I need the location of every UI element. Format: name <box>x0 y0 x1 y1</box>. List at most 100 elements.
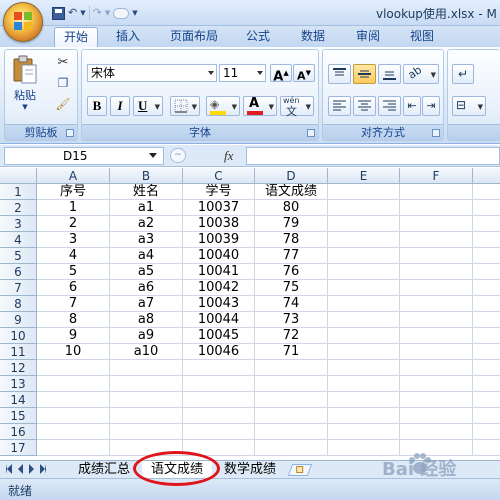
font-size-dropdown[interactable]: 11 <box>219 64 266 82</box>
cell-c16[interactable] <box>183 424 255 440</box>
name-box[interactable]: D15 <box>4 147 164 165</box>
cell-f16[interactable] <box>400 424 473 440</box>
align-middle-button[interactable] <box>353 64 376 84</box>
align-right-button[interactable] <box>378 96 401 116</box>
row-header-7[interactable]: 7 <box>0 280 37 296</box>
increase-indent-button[interactable]: ⇥ <box>422 96 440 116</box>
cell-f14[interactable] <box>400 392 473 408</box>
name-box-chevron-icon[interactable] <box>149 153 157 158</box>
cell-d9[interactable]: 73 <box>255 312 328 328</box>
cell-f11[interactable] <box>400 344 473 360</box>
cell-a17[interactable] <box>37 440 110 456</box>
cell-partial-column[interactable] <box>473 424 500 440</box>
tab-view[interactable]: 视图 <box>402 27 442 47</box>
underline-button[interactable]: U ▼ <box>133 96 163 116</box>
cell-e6[interactable] <box>328 264 400 280</box>
redo-dropdown-icon[interactable]: ▼ <box>105 5 110 21</box>
paste-button[interactable]: 粘贴 ▼ <box>9 52 41 111</box>
cell-c17[interactable] <box>183 440 255 456</box>
cell-f12[interactable] <box>400 360 473 376</box>
cell-a14[interactable] <box>37 392 110 408</box>
column-header-b[interactable]: B <box>110 168 183 184</box>
cell-b6[interactable]: a5 <box>110 264 183 280</box>
cell-b13[interactable] <box>110 376 183 392</box>
row-header-8[interactable]: 8 <box>0 296 37 312</box>
cell-e3[interactable] <box>328 216 400 232</box>
cell-f7[interactable] <box>400 280 473 296</box>
cell-a4[interactable]: 3 <box>37 232 110 248</box>
row-header-17[interactable]: 17 <box>0 440 37 456</box>
cell-e2[interactable] <box>328 200 400 216</box>
cell-a15[interactable] <box>37 408 110 424</box>
row-header-11[interactable]: 11 <box>0 344 37 360</box>
cell-f9[interactable] <box>400 312 473 328</box>
fill-color-button[interactable]: ◈ ▼ <box>206 96 240 116</box>
tab-insert[interactable]: 插入 <box>108 27 148 47</box>
cell-e17[interactable] <box>328 440 400 456</box>
cell-d5[interactable]: 77 <box>255 248 328 264</box>
tab-formulas[interactable]: 公式 <box>238 27 278 47</box>
cell-a13[interactable] <box>37 376 110 392</box>
worksheet-grid[interactable]: ABCDEF 1 2 3 4 5 6 7 8 9 10 11 12 13 14 15 16 17 序号 姓名 学号语… <box>0 168 500 460</box>
cell-c10[interactable]: 10045 <box>183 328 255 344</box>
cell-f15[interactable] <box>400 408 473 424</box>
align-bottom-button[interactable] <box>378 64 401 84</box>
cell-f2[interactable] <box>400 200 473 216</box>
cell-b15[interactable] <box>110 408 183 424</box>
wrap-text-button[interactable]: ↵ <box>452 64 474 84</box>
cell-a12[interactable] <box>37 360 110 376</box>
cell-a8[interactable]: 7 <box>37 296 110 312</box>
cell-e13[interactable] <box>328 376 400 392</box>
undo-dropdown-icon[interactable]: ▼ <box>80 5 85 21</box>
formula-grip-icon[interactable]: ~ <box>170 148 186 163</box>
cell-b5[interactable]: a4 <box>110 248 183 264</box>
merge-center-button[interactable]: ⊟ ▼ <box>452 96 486 116</box>
column-header-f[interactable]: F <box>400 168 473 184</box>
cell-e5[interactable] <box>328 248 400 264</box>
cell-c1[interactable]: 学号 <box>183 184 255 200</box>
sheet-tab-math[interactable]: 数学成绩 <box>218 461 282 479</box>
cell-d1[interactable]: 语文成绩 <box>255 184 328 200</box>
cell-c6[interactable]: 10041 <box>183 264 255 280</box>
alignment-launcher-icon[interactable] <box>432 129 440 137</box>
cell-partial-column[interactable] <box>473 328 500 344</box>
cell-partial-column[interactable] <box>473 408 500 424</box>
column-header-d[interactable]: D <box>255 168 328 184</box>
cell-b3[interactable]: a2 <box>110 216 183 232</box>
cell-e11[interactable] <box>328 344 400 360</box>
cell-c9[interactable]: 10044 <box>183 312 255 328</box>
sheet-tab-summary[interactable]: 成绩汇总 <box>72 461 136 479</box>
cell-d16[interactable] <box>255 424 328 440</box>
formula-input[interactable] <box>246 147 500 165</box>
cell-b10[interactable]: a9 <box>110 328 183 344</box>
cell-d13[interactable] <box>255 376 328 392</box>
cell-e7[interactable] <box>328 280 400 296</box>
orientation-button[interactable]: ab ▼ <box>403 63 439 84</box>
save-icon[interactable] <box>52 6 65 20</box>
cell-partial-column[interactable] <box>473 296 500 312</box>
cell-b16[interactable] <box>110 424 183 440</box>
font-color-button[interactable]: A ▼ <box>243 96 277 116</box>
grow-font-button[interactable]: A▲ <box>270 64 292 84</box>
cell-e4[interactable] <box>328 232 400 248</box>
prev-sheet-icon[interactable] <box>18 464 23 474</box>
cut-button[interactable]: ✂ <box>53 54 73 72</box>
cell-f13[interactable] <box>400 376 473 392</box>
tab-review[interactable]: 审阅 <box>348 27 388 47</box>
cell-c13[interactable] <box>183 376 255 392</box>
cell-partial-column[interactable] <box>473 440 500 456</box>
column-header-a[interactable]: A <box>37 168 110 184</box>
cell-c3[interactable]: 10038 <box>183 216 255 232</box>
cell-partial-column[interactable] <box>473 376 500 392</box>
cell-partial-column[interactable] <box>473 216 500 232</box>
row-header-9[interactable]: 9 <box>0 312 37 328</box>
next-sheet-icon[interactable] <box>29 464 34 474</box>
row-header-5[interactable]: 5 <box>0 248 37 264</box>
format-painter-button[interactable]: 🖌 <box>53 96 73 114</box>
cell-d8[interactable]: 74 <box>255 296 328 312</box>
align-top-button[interactable] <box>328 64 351 84</box>
cell-partial-column[interactable] <box>473 280 500 296</box>
column-header-partial[interactable] <box>473 168 500 184</box>
cell-d3[interactable]: 79 <box>255 216 328 232</box>
cell-d11[interactable]: 71 <box>255 344 328 360</box>
